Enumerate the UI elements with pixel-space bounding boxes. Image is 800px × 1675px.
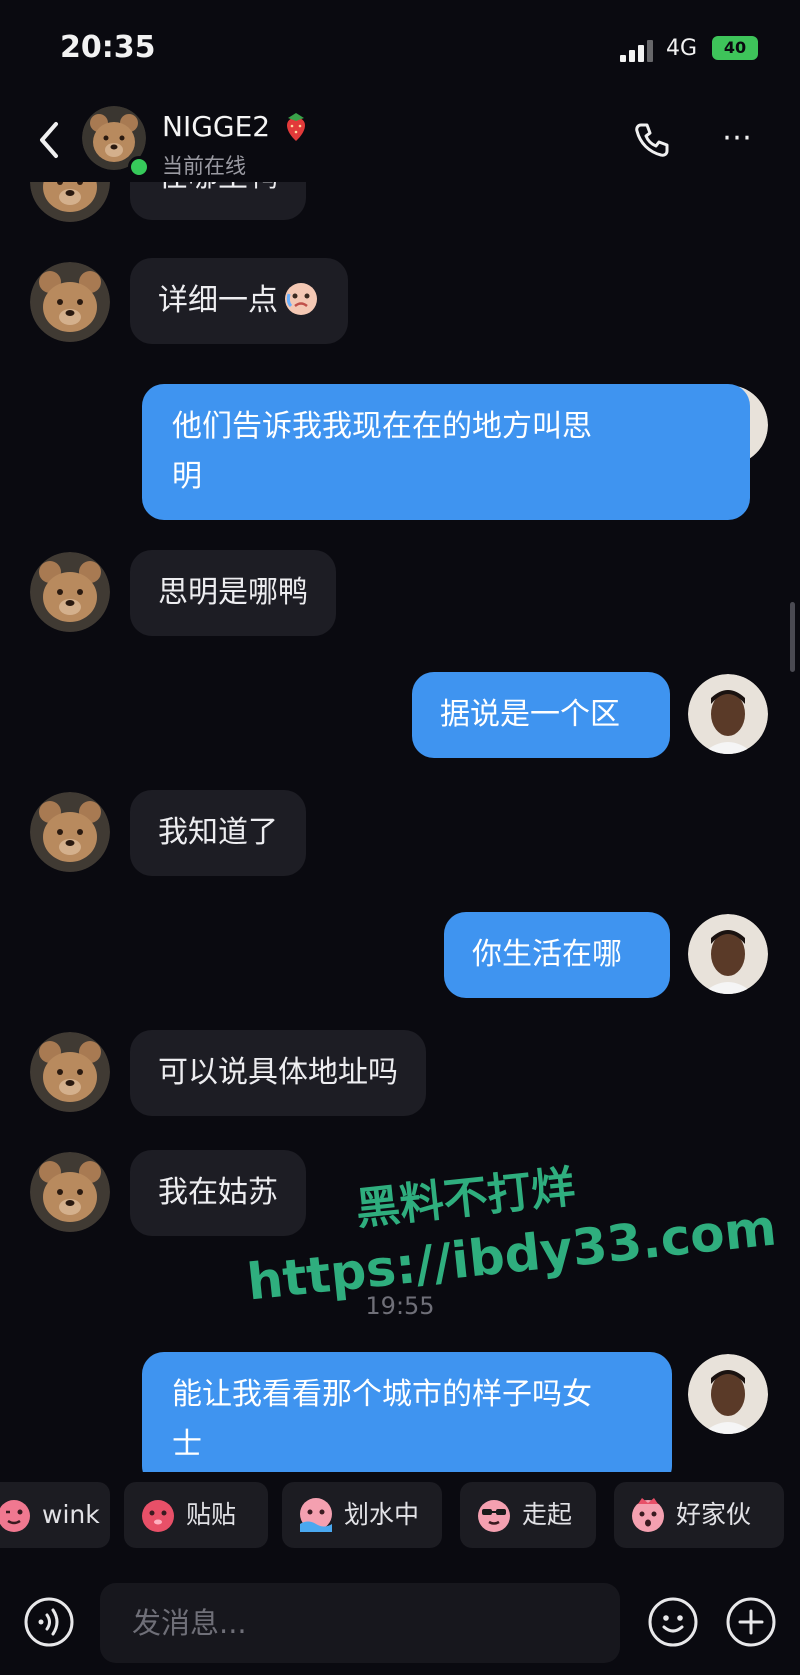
scrollbar[interactable] [790, 602, 795, 672]
message-text: 在哪里鸭 [158, 182, 278, 194]
incoming-message[interactable]: 详细一点 [130, 258, 348, 344]
message-text: 据说是一个区 [440, 697, 620, 732]
contact-avatar[interactable] [30, 1032, 110, 1112]
user-avatar[interactable] [688, 674, 768, 754]
signal-icon [620, 38, 658, 62]
swimming-sticker-icon [300, 1498, 332, 1532]
sticker-suggestion-bar[interactable]: wink 贴贴 划水中 走起 好家伙 [0, 1472, 800, 1564]
incoming-message[interactable]: 可以说具体地址吗 [130, 1030, 426, 1116]
phone-icon[interactable] [632, 120, 672, 160]
strawberry-icon [287, 113, 305, 141]
sticker-chip-swimming[interactable]: 划水中 [282, 1482, 442, 1548]
outgoing-message[interactable]: 能让我看看那个城市的样子吗女 士 [142, 1352, 672, 1472]
sticker-label: 划水中 [344, 1500, 420, 1529]
message-input[interactable] [100, 1583, 620, 1663]
sticker-chip-surprised[interactable]: 好家伙 [614, 1482, 784, 1548]
sticker-label: 贴贴 [186, 1500, 237, 1529]
status-time: 20:35 [60, 30, 156, 65]
contact-avatar[interactable] [30, 792, 110, 872]
message-text: 他们告诉我我现在在的地方叫思 [172, 409, 592, 444]
contact-name[interactable]: NIGGE2 [162, 110, 270, 143]
message-text: 明 [172, 459, 202, 494]
voice-input-icon[interactable] [22, 1595, 76, 1649]
online-status: 当前在线 [162, 154, 246, 178]
incoming-message[interactable]: 我知道了 [130, 790, 306, 876]
surprised-sticker-icon [632, 1498, 664, 1532]
contact-avatar[interactable] [30, 182, 110, 222]
outgoing-message[interactable]: 据说是一个区 [412, 672, 670, 758]
more-options-icon[interactable]: ⋯ [722, 118, 772, 158]
sticker-label: wink [42, 1500, 100, 1529]
sticker-label: 好家伙 [676, 1500, 752, 1529]
wink-sticker-icon [0, 1500, 30, 1532]
message-text: 详细一点 [158, 283, 278, 318]
battery-icon: 40 [712, 36, 758, 60]
network-type: 4G [666, 36, 698, 61]
incoming-message[interactable]: 在哪里鸭 [130, 182, 306, 220]
message-timestamp: 19:55 [365, 1292, 435, 1320]
message-text: 士 [172, 1427, 202, 1462]
message-text: 我在姑苏 [158, 1175, 278, 1210]
hug-sticker-icon [142, 1500, 174, 1532]
crying-emoji-icon [285, 283, 317, 315]
chat-header: NIGGE2 当前在线 ⋯ [0, 100, 800, 182]
online-indicator [128, 156, 150, 178]
user-avatar[interactable] [688, 914, 768, 994]
sticker-chip-wink[interactable]: wink [0, 1482, 110, 1548]
sticker-chip-cool[interactable]: 走起 [460, 1482, 596, 1548]
message-text: 能让我看看那个城市的样子吗女 [172, 1377, 592, 1412]
user-avatar[interactable] [688, 1354, 768, 1434]
contact-avatar[interactable] [30, 262, 110, 342]
sticker-chip-hug[interactable]: 贴贴 [124, 1482, 268, 1548]
battery-level: 40 [723, 38, 747, 57]
message-text: 我知道了 [158, 815, 278, 850]
status-bar: 20:35 4G 40 [0, 0, 800, 100]
cool-sticker-icon [478, 1500, 510, 1532]
back-arrow-icon[interactable] [30, 118, 70, 162]
incoming-message[interactable]: 思明是哪鸭 [130, 550, 336, 636]
emoji-icon[interactable] [646, 1595, 700, 1649]
incoming-message[interactable]: 我在姑苏 [130, 1150, 306, 1236]
outgoing-message[interactable]: 你生活在哪 [444, 912, 670, 998]
message-text: 可以说具体地址吗 [158, 1055, 398, 1090]
sticker-label: 走起 [522, 1500, 573, 1529]
contact-avatar[interactable] [30, 1152, 110, 1232]
message-text: 思明是哪鸭 [158, 575, 308, 610]
message-input-bar [0, 1575, 800, 1675]
add-icon[interactable] [724, 1595, 778, 1649]
message-text: 你生活在哪 [472, 937, 622, 972]
outgoing-message[interactable]: 他们告诉我我现在在的地方叫思 明 [142, 384, 750, 520]
contact-avatar[interactable] [30, 552, 110, 632]
